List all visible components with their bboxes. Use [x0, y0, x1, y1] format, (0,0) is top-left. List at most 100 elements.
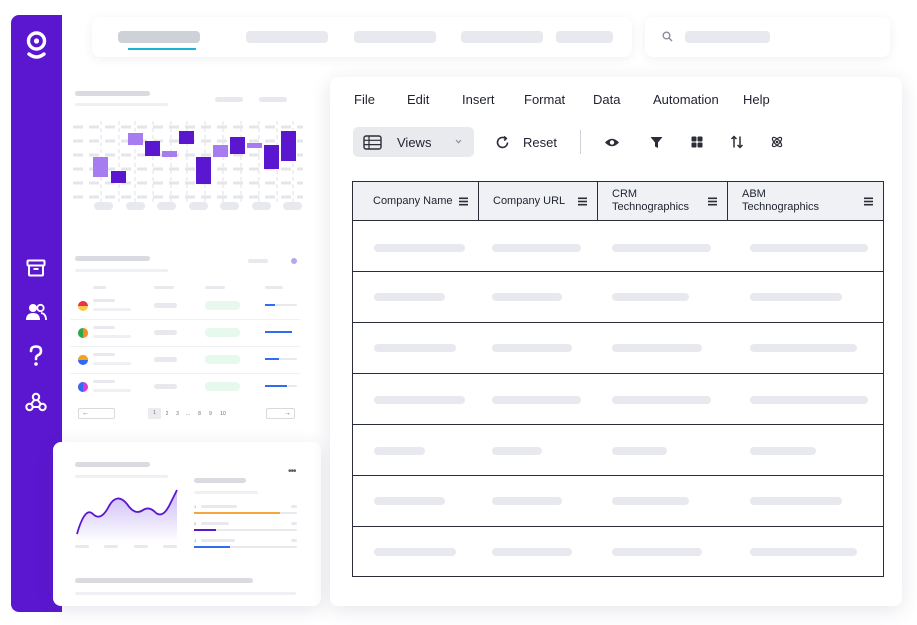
cell-placeholder — [492, 447, 542, 455]
page-3[interactable]: 3 — [173, 411, 182, 417]
cell-placeholder — [374, 293, 445, 301]
next-page-button[interactable]: → — [266, 408, 295, 419]
toolbar-divider — [580, 130, 581, 154]
grid-icon[interactable] — [689, 134, 705, 150]
nav-tab[interactable] — [246, 31, 328, 43]
cell-placeholder — [374, 396, 465, 404]
nav-tab[interactable] — [354, 31, 436, 43]
menu-insert[interactable]: Insert — [462, 92, 495, 107]
eye-icon[interactable] — [604, 134, 620, 150]
cell-placeholder — [492, 396, 581, 404]
page-8[interactable]: 8 — [194, 411, 205, 417]
cell-placeholder — [492, 497, 562, 505]
archive-icon[interactable] — [25, 257, 47, 279]
table-row[interactable] — [353, 425, 883, 476]
page-10[interactable]: 10 — [216, 411, 230, 417]
cell-placeholder — [750, 244, 868, 252]
cell-placeholder — [492, 244, 581, 252]
column-header-label: Company URL — [493, 194, 566, 207]
reset-label: Reset — [523, 134, 557, 150]
page-1[interactable]: 1 — [148, 408, 161, 419]
cell-placeholder — [612, 497, 689, 505]
cell-placeholder — [612, 293, 689, 301]
table-icon — [363, 134, 382, 150]
mini-pagination: 1 2 3 ... 8 9 10 — [148, 408, 230, 419]
cell-placeholder — [750, 396, 868, 404]
menu-file[interactable]: File — [354, 92, 375, 107]
cell-placeholder — [374, 447, 425, 455]
table-row[interactable] — [353, 323, 883, 374]
toolbar: Views Reset — [353, 127, 873, 157]
column-header-abm-technographics[interactable]: ABM Technographics — [728, 182, 883, 220]
list-number: 1 — [194, 504, 197, 509]
flag-icon — [78, 301, 88, 311]
cell-placeholder — [612, 344, 702, 352]
page-9[interactable]: 9 — [205, 411, 216, 417]
page-2[interactable]: 2 — [161, 411, 173, 417]
cell-placeholder — [612, 244, 711, 252]
refresh-icon — [496, 135, 509, 148]
cell-placeholder — [374, 344, 456, 352]
help-icon[interactable] — [25, 345, 47, 367]
page-ellipsis: ... — [185, 410, 191, 417]
cell-placeholder — [612, 396, 711, 404]
sort-icon[interactable] — [729, 134, 745, 150]
flag-icon — [78, 355, 88, 365]
flag-icon — [78, 382, 88, 392]
menu-lines-icon[interactable] — [459, 197, 468, 206]
nav-tab[interactable] — [461, 31, 543, 43]
cell-placeholder — [750, 293, 842, 301]
area-chart — [76, 489, 178, 542]
nav-tab-active[interactable] — [118, 31, 200, 43]
webhook-icon[interactable] — [25, 391, 47, 413]
top-navigation — [92, 17, 632, 57]
menu-automation[interactable]: Automation — [653, 92, 719, 107]
logo[interactable] — [24, 30, 49, 60]
atom-icon[interactable] — [769, 134, 785, 150]
chevron-down-icon — [455, 139, 462, 144]
column-header-label: ABM Technographics — [742, 188, 820, 213]
grid-header: Company Name Company URL CRM Technograph… — [353, 182, 883, 221]
users-icon[interactable] — [25, 301, 47, 323]
cell-placeholder — [492, 548, 572, 556]
flag-icon — [77, 327, 89, 339]
column-header-label: CRM Technographics — [612, 188, 690, 213]
table-row[interactable] — [353, 476, 883, 527]
table-row[interactable] — [353, 272, 883, 323]
list-number: 3 — [194, 538, 197, 543]
views-label: Views — [397, 134, 432, 150]
nav-tab[interactable] — [556, 31, 613, 43]
cell-placeholder — [612, 447, 667, 455]
menu-format[interactable]: Format — [524, 92, 565, 107]
reset-button[interactable]: Reset — [495, 127, 557, 157]
table-row[interactable] — [353, 527, 883, 576]
spreadsheet-panel: File Edit Insert Format Data Automation … — [330, 77, 902, 606]
candle-chart-widget — [70, 85, 310, 220]
search-box[interactable] — [645, 17, 890, 57]
search-placeholder — [685, 31, 770, 43]
menu-help[interactable]: Help — [743, 92, 770, 107]
menu-data[interactable]: Data — [593, 92, 620, 107]
mini-table-widget: ← 1 2 3 ... 8 9 10 → — [70, 250, 310, 425]
more-icon[interactable]: ••• — [288, 466, 296, 477]
cell-placeholder — [374, 497, 445, 505]
views-button[interactable]: Views — [353, 127, 474, 157]
table-row[interactable] — [353, 221, 883, 272]
menu-lines-icon[interactable] — [864, 197, 873, 206]
menu-lines-icon[interactable] — [708, 197, 717, 206]
menu-lines-icon[interactable] — [578, 197, 587, 206]
table-row[interactable] — [353, 374, 883, 425]
cell-placeholder — [612, 548, 702, 556]
column-header-company-name[interactable]: Company Name — [353, 182, 479, 220]
menu-edit[interactable]: Edit — [407, 92, 429, 107]
column-header-crm-technographics[interactable]: CRM Technographics — [598, 182, 728, 220]
cell-placeholder — [374, 244, 465, 252]
cell-placeholder — [492, 293, 562, 301]
prev-page-button[interactable]: ← — [78, 408, 115, 419]
filter-icon[interactable] — [648, 134, 664, 150]
cell-placeholder — [492, 344, 572, 352]
search-icon — [662, 31, 673, 42]
column-header-company-url[interactable]: Company URL — [479, 182, 598, 220]
list-number: 2 — [194, 521, 197, 526]
candle-chart — [73, 121, 303, 203]
